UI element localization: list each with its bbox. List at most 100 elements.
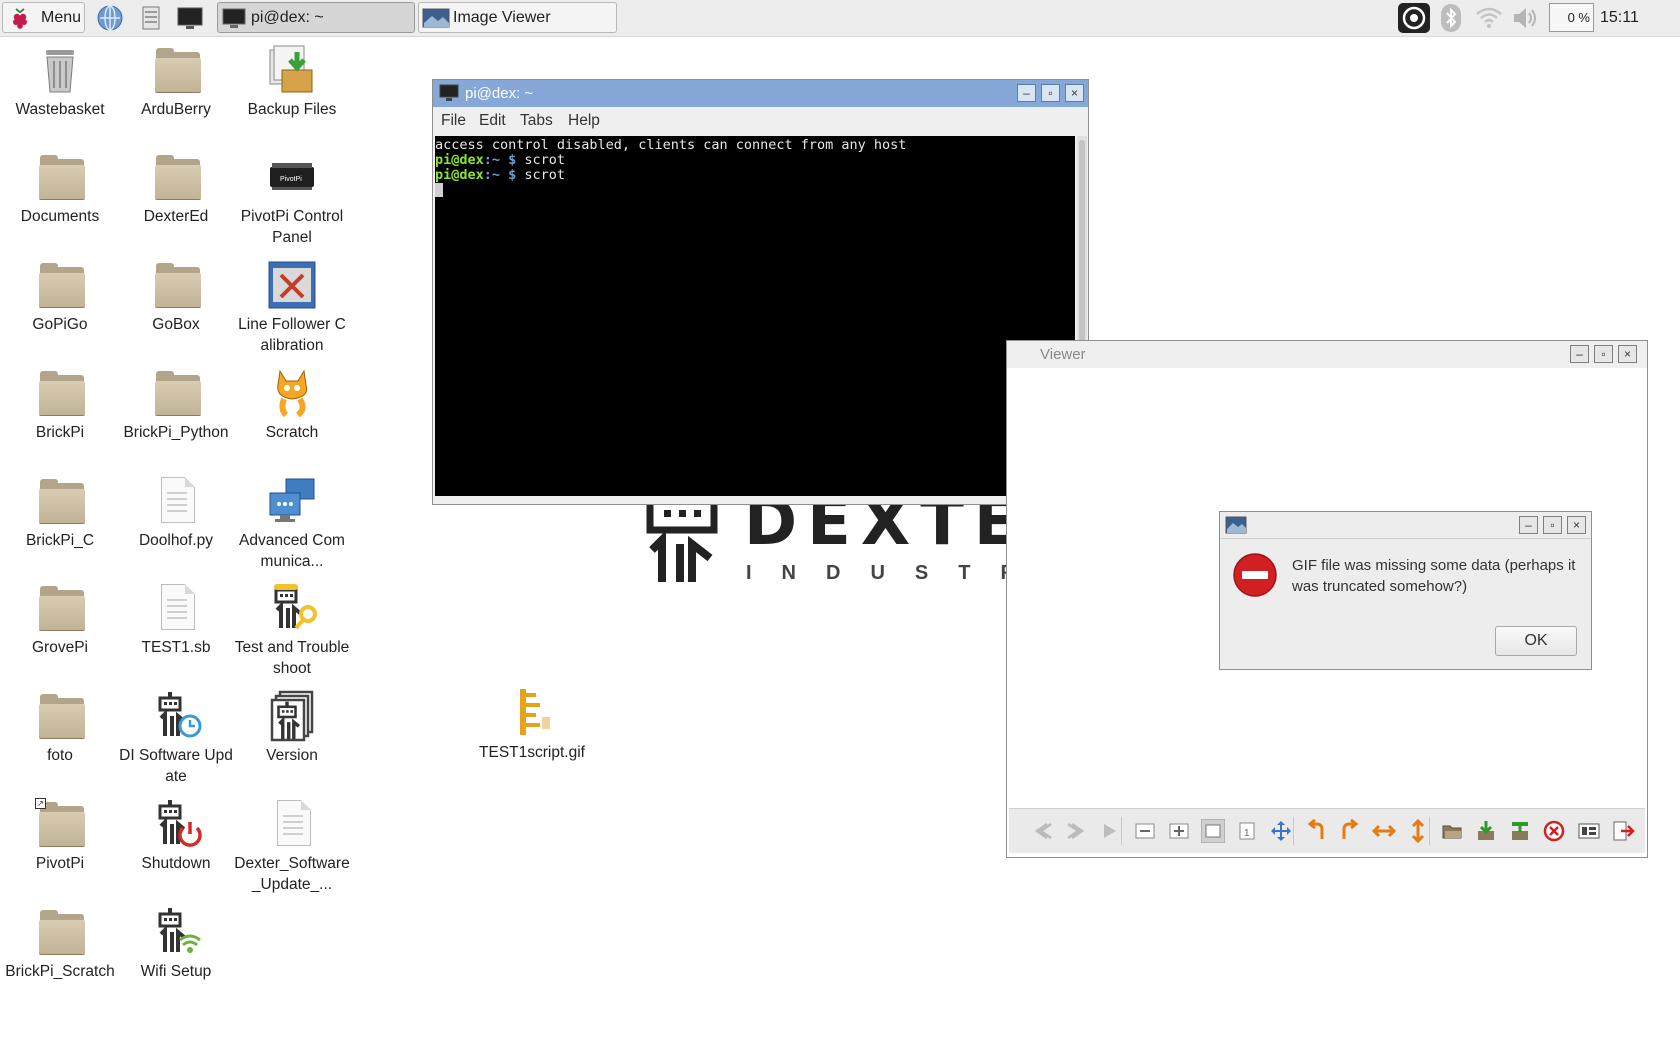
image-viewer-titlebar[interactable]: Viewer – ▫ × xyxy=(1007,341,1647,368)
task-image-viewer-button[interactable]: Image Viewer xyxy=(418,2,617,33)
terminal-titlebar[interactable]: pi@dex: ~ – ▫ × xyxy=(433,80,1088,107)
terminal-menubar: File Edit Tabs Help xyxy=(433,107,1088,134)
gif-file-icon xyxy=(506,687,558,739)
robot-wifi-icon xyxy=(150,906,202,958)
desktop-icon-documents[interactable]: Documents xyxy=(2,151,118,227)
terminal-line: pi@dex:~ $ scrot xyxy=(435,153,1075,168)
desktop-icon-label: Backup Files xyxy=(247,101,337,118)
dialog-titlebar[interactable]: – ▫ × xyxy=(1220,512,1591,539)
desktop-icon-advanced-communica[interactable]: Advanced Communica... xyxy=(234,475,350,572)
desktop-icon-version[interactable]: Version xyxy=(234,690,350,766)
quit-icon[interactable] xyxy=(1611,819,1635,843)
menu-label: Menu xyxy=(41,9,82,26)
terminal-line: access control disabled, clients can con… xyxy=(435,137,907,153)
menu-button[interactable]: Menu xyxy=(2,2,85,33)
dialog-maximize-button[interactable]: ▫ xyxy=(1543,516,1562,534)
image-viewer-close-button[interactable]: × xyxy=(1618,345,1637,363)
delete-icon[interactable] xyxy=(1542,819,1566,843)
desktop-icon-label: Scratch xyxy=(265,424,319,441)
cpu-monitor: 0 % xyxy=(1549,3,1594,32)
terminal-maximize-button[interactable]: ▫ xyxy=(1041,84,1060,102)
desktop-icon-shutdown[interactable]: Shutdown xyxy=(118,798,234,874)
desktop-icon-brickpi-python[interactable]: BrickPi_Python xyxy=(118,367,234,443)
image-viewer-icon xyxy=(1225,516,1247,534)
preferences-icon[interactable] xyxy=(1577,819,1601,843)
menu-file[interactable]: File xyxy=(441,107,466,134)
fullscreen-icon[interactable] xyxy=(1269,819,1293,843)
desktop-icon-brickpi-c[interactable]: BrickPi_C xyxy=(2,475,118,551)
prompt-dir: :~ $ xyxy=(483,167,525,183)
desktop-icon-test1-sb[interactable]: TEST1.sb xyxy=(118,582,234,658)
menu-tabs[interactable]: Tabs xyxy=(520,107,553,134)
error-icon xyxy=(1233,553,1277,597)
rotate-right-icon[interactable] xyxy=(1338,818,1362,843)
robot-clock-icon xyxy=(150,690,202,742)
save-as-icon[interactable] xyxy=(1508,819,1532,843)
desktop-icon-foto[interactable]: foto xyxy=(2,690,118,766)
task-terminal-button[interactable]: pi@dex: ~ xyxy=(217,2,415,33)
desktop-icon-backup-files[interactable]: Backup Files xyxy=(234,44,350,120)
original-size-icon[interactable]: 1 xyxy=(1235,819,1259,843)
file-manager-icon[interactable] xyxy=(136,3,166,33)
rotate-left-icon[interactable] xyxy=(1304,818,1328,843)
desktop-icon-line-follower-calibration[interactable]: Line Follower Calibration xyxy=(234,259,350,356)
flip-horizontal-icon[interactable] xyxy=(1371,819,1397,843)
desktop-icon-label: GoPiGo xyxy=(32,316,88,333)
desktop-icon-di-software-update[interactable]: DI Software Update xyxy=(118,690,234,787)
folder-icon xyxy=(150,44,202,96)
document-icon xyxy=(150,582,202,634)
vnc-icon[interactable] xyxy=(1397,3,1431,33)
terminal-minimize-button[interactable]: – xyxy=(1017,84,1036,102)
desktop-icon-gopigo[interactable]: GoPiGo xyxy=(2,259,118,335)
desktop-icon-pivotpi-control-panel[interactable]: PivotPi PivotPi Control Panel xyxy=(234,151,350,248)
save-icon[interactable] xyxy=(1474,819,1498,843)
robot-wrench-icon xyxy=(266,582,318,634)
prompt-dir: :~ $ xyxy=(483,152,525,168)
menu-edit[interactable]: Edit xyxy=(479,107,506,134)
desktop-icon-brickpi-scratch[interactable]: BrickPi_Scratch xyxy=(2,906,118,982)
fit-window-icon[interactable] xyxy=(1200,818,1226,844)
terminal-output[interactable]: access control disabled, clients can con… xyxy=(435,136,1075,496)
menu-help[interactable]: Help xyxy=(568,107,600,134)
flip-vertical-icon[interactable] xyxy=(1406,818,1430,844)
desktop-icon-dexter-software-update[interactable]: Dexter_Software_Update_... xyxy=(234,798,350,895)
raspberry-icon xyxy=(13,8,27,29)
desktop-icon-grovepi[interactable]: GrovePi xyxy=(2,582,118,658)
folder-icon xyxy=(150,259,202,311)
desktop-icon-dextered[interactable]: DexterEd xyxy=(118,151,234,227)
folder-icon xyxy=(34,690,86,742)
desktop-icon-pivotpi[interactable]: ↗ PivotPi xyxy=(2,798,118,874)
next-icon[interactable] xyxy=(1064,819,1088,843)
slideshow-icon[interactable] xyxy=(1097,819,1121,843)
desktop-icon-test-and-troubleshoot[interactable]: Test and Troubleshoot xyxy=(234,582,350,679)
volume-icon[interactable] xyxy=(1510,3,1540,33)
dialog-close-button[interactable]: × xyxy=(1567,516,1586,534)
desktop-icon-wastebasket[interactable]: Wastebasket xyxy=(2,44,118,120)
zoom-in-icon[interactable] xyxy=(1167,819,1191,843)
desktop-icon-label: PivotPi xyxy=(35,855,85,872)
desktop-icon-doolhof-py[interactable]: Doolhof.py xyxy=(118,475,234,551)
wifi-icon[interactable] xyxy=(1474,3,1504,33)
zoom-out-icon[interactable] xyxy=(1133,819,1157,843)
image-viewer-maximize-button[interactable]: ▫ xyxy=(1594,345,1613,363)
web-browser-icon[interactable] xyxy=(95,3,125,33)
desktop-icon-label: Doolhof.py xyxy=(138,532,214,549)
desktop-icon-gobox[interactable]: GoBox xyxy=(118,259,234,335)
bluetooth-icon[interactable] xyxy=(1439,3,1463,33)
folder-icon: ↗ xyxy=(34,798,86,850)
desktop-icon-brickpi[interactable]: BrickPi xyxy=(2,367,118,443)
terminal-launcher-icon[interactable] xyxy=(175,3,205,33)
previous-icon[interactable] xyxy=(1031,819,1055,843)
dialog-minimize-button[interactable]: – xyxy=(1519,516,1538,534)
desktop-icon-test1script-gif[interactable]: TEST1script.gif xyxy=(474,687,590,763)
dialog-message: GIF file was missing some data (perhaps … xyxy=(1292,557,1576,595)
open-file-icon[interactable] xyxy=(1440,819,1464,843)
terminal-close-button[interactable]: × xyxy=(1065,84,1084,102)
desktop-icon-wifi-setup[interactable]: Wifi Setup xyxy=(118,906,234,982)
clock[interactable]: 15:11 xyxy=(1600,0,1639,36)
ok-button[interactable]: OK xyxy=(1495,626,1577,656)
desktop-icon-scratch[interactable]: Scratch xyxy=(234,367,350,443)
command-text: scrot xyxy=(524,152,566,168)
image-viewer-minimize-button[interactable]: – xyxy=(1570,345,1589,363)
desktop-icon-arduberry[interactable]: ArduBerry xyxy=(118,44,234,120)
